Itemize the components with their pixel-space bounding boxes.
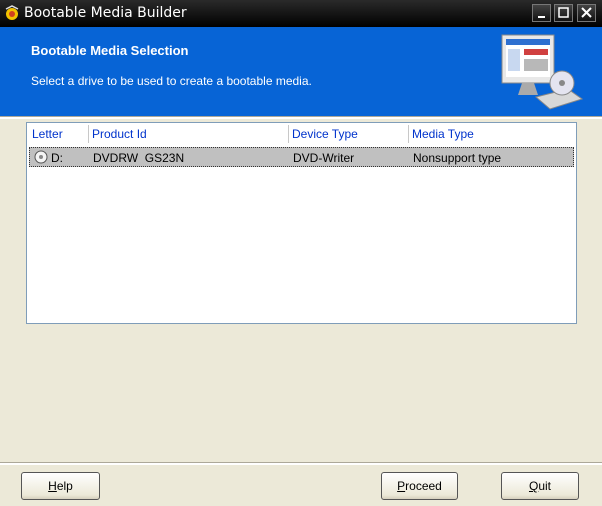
- app-icon: [5, 5, 19, 20]
- row-product-id: DVDRW GS23N: [93, 151, 185, 165]
- proceed-mnemonic: P: [397, 479, 406, 493]
- minimize-button[interactable]: [532, 4, 551, 22]
- header-title: Bootable Media Selection: [31, 43, 189, 58]
- bootable-media-builder-window: Bootable Media Builder Bootable Media Se…: [0, 0, 602, 506]
- proceed-label: roceed: [405, 479, 442, 493]
- row-media-type: Nonsupport type: [413, 151, 502, 165]
- close-button[interactable]: [577, 4, 596, 22]
- footer-divider: [0, 462, 602, 465]
- title-bar[interactable]: Bootable Media Builder: [0, 0, 602, 27]
- help-button[interactable]: Help: [21, 472, 100, 500]
- help-mnemonic: H: [48, 479, 57, 493]
- row-letter: D:: [51, 151, 63, 165]
- quit-label: uit: [538, 479, 552, 493]
- column-device-type[interactable]: Device Type: [289, 125, 409, 143]
- quit-mnemonic: Q: [528, 479, 539, 493]
- maximize-button[interactable]: [554, 4, 573, 22]
- quit-button[interactable]: Quit: [501, 472, 579, 500]
- column-product-id[interactable]: Product Id: [89, 125, 289, 143]
- maximize-icon: [558, 7, 569, 18]
- help-label: elp: [56, 479, 73, 493]
- column-media-type[interactable]: Media Type: [409, 125, 575, 143]
- computer-disc-icon: [501, 34, 584, 110]
- header-divider: [0, 116, 602, 119]
- minimize-icon: [538, 16, 545, 18]
- header-subtitle: Select a drive to be used to create a bo…: [31, 74, 312, 88]
- disc-icon: [34, 150, 48, 164]
- proceed-button[interactable]: Proceed: [381, 472, 458, 500]
- header-banner: Bootable Media Selection Select a drive …: [0, 27, 602, 116]
- window-title: Bootable Media Builder: [24, 5, 187, 21]
- column-letter[interactable]: Letter: [29, 125, 89, 143]
- drive-list[interactable]: Letter Product Id Device Type Media Type…: [26, 122, 577, 324]
- table-row[interactable]: D: DVDRW GS23N DVD-Writer Nonsupport typ…: [29, 147, 574, 167]
- row-device-type: DVD-Writer: [293, 151, 355, 165]
- close-icon: [581, 7, 592, 18]
